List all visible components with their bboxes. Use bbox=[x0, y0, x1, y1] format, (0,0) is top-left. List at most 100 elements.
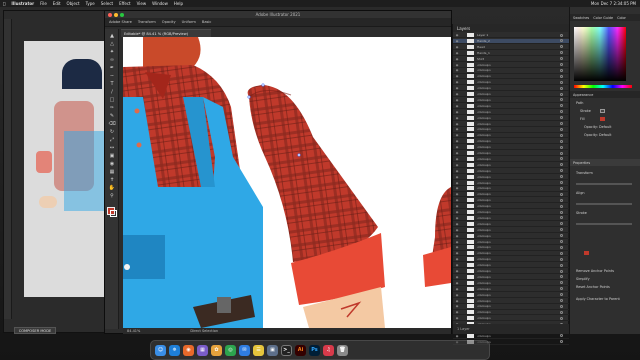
properties-panel-header[interactable]: Properties bbox=[570, 159, 640, 166]
visibility-eye-icon[interactable]: ◉ bbox=[453, 228, 461, 232]
dock-terminal-icon[interactable]: >_ bbox=[281, 344, 292, 356]
visibility-eye-icon[interactable]: ◉ bbox=[453, 234, 461, 238]
layer-target-icon[interactable] bbox=[560, 210, 563, 214]
layer-row[interactable]: ◉ Hands_2 bbox=[453, 38, 569, 45]
visibility-eye-icon[interactable]: ◉ bbox=[453, 181, 461, 185]
visibility-eye-icon[interactable]: ◉ bbox=[453, 240, 461, 244]
close-window-icon[interactable] bbox=[108, 12, 112, 17]
layer-row[interactable]: ◉ <Group> bbox=[453, 257, 569, 263]
layer-row[interactable]: ◉ <Group> bbox=[453, 286, 569, 292]
layer-target-icon[interactable] bbox=[560, 228, 563, 232]
line-tool-icon[interactable]: ∕ bbox=[108, 89, 116, 95]
rotate-tool-icon[interactable]: ↻ bbox=[108, 129, 116, 135]
layer-target-icon[interactable] bbox=[560, 192, 563, 196]
layer-row[interactable]: ◉ <Group> bbox=[453, 251, 569, 257]
zoom-window-icon[interactable] bbox=[120, 12, 124, 17]
layer-target-icon[interactable] bbox=[560, 269, 563, 273]
visibility-eye-icon[interactable]: ◉ bbox=[453, 245, 461, 249]
control-uniform[interactable]: Uniform bbox=[182, 20, 196, 24]
layer-row[interactable]: ◉ <Group> bbox=[453, 298, 569, 304]
visibility-eye-icon[interactable]: ◉ bbox=[453, 293, 461, 297]
visibility-eye-icon[interactable]: ◉ bbox=[453, 157, 461, 161]
visibility-eye-icon[interactable]: ◉ bbox=[453, 216, 461, 220]
layer-row[interactable]: ◉ <Group> bbox=[453, 127, 569, 133]
layer-row[interactable]: ◉ <Group> bbox=[453, 215, 569, 222]
visibility-eye-icon[interactable]: ◉ bbox=[453, 263, 461, 267]
layer-row[interactable]: ◉ <Group> bbox=[453, 139, 569, 145]
layer-target-icon[interactable] bbox=[560, 251, 563, 255]
layer-target-icon[interactable] bbox=[560, 45, 563, 49]
visibility-eye-icon[interactable]: ◉ bbox=[453, 92, 461, 96]
layer-target-icon[interactable] bbox=[560, 86, 563, 90]
visibility-eye-icon[interactable]: ◉ bbox=[453, 186, 461, 190]
paintbrush-tool-icon[interactable]: ✑ bbox=[108, 105, 116, 111]
background-canvas[interactable] bbox=[24, 41, 109, 297]
dock-photos-icon[interactable]: ✿ bbox=[211, 344, 222, 356]
visibility-eye-icon[interactable]: ◉ bbox=[453, 139, 461, 143]
visibility-eye-icon[interactable]: ◉ bbox=[453, 175, 461, 179]
layer-target-icon[interactable] bbox=[560, 98, 563, 102]
properties-remove-anchor[interactable]: Remove Anchor Points bbox=[576, 269, 614, 273]
layer-row[interactable]: ◉ <Group> bbox=[453, 109, 569, 115]
visibility-eye-icon[interactable]: ◉ bbox=[453, 169, 461, 173]
appearance-panel-header[interactable]: Appearance bbox=[570, 91, 640, 98]
dock-launchpad-icon[interactable]: ▦ bbox=[197, 344, 208, 356]
layer-row[interactable]: ◉ <Group> bbox=[453, 274, 569, 281]
curvature-tool-icon[interactable]: ∽ bbox=[108, 73, 116, 79]
visibility-eye-icon[interactable]: ◉ bbox=[453, 127, 461, 131]
transform-slider[interactable] bbox=[576, 183, 632, 185]
menu-edit[interactable]: Edit bbox=[50, 1, 64, 6]
menu-window[interactable]: Window bbox=[149, 1, 171, 6]
layer-target-icon[interactable] bbox=[560, 39, 563, 43]
eraser-tool-icon[interactable]: ⌫ bbox=[108, 121, 116, 127]
layer-target-icon[interactable] bbox=[560, 163, 563, 167]
visibility-eye-icon[interactable]: ◉ bbox=[453, 210, 461, 214]
visibility-eye-icon[interactable]: ◉ bbox=[453, 281, 461, 285]
dock-firefox-icon[interactable]: ◉ bbox=[183, 344, 194, 356]
layer-row[interactable]: ◉ <Group> bbox=[453, 92, 569, 98]
properties-transform[interactable]: Transform bbox=[576, 171, 593, 175]
layer-target-icon[interactable] bbox=[560, 63, 563, 67]
visibility-eye-icon[interactable]: ◉ bbox=[453, 145, 461, 149]
visibility-eye-icon[interactable]: ◉ bbox=[453, 110, 461, 114]
properties-fill-swatch[interactable] bbox=[584, 251, 589, 255]
visibility-eye-icon[interactable]: ◉ bbox=[453, 39, 461, 43]
dock-chrome-icon[interactable]: ◎ bbox=[225, 344, 236, 356]
visibility-eye-icon[interactable]: ◉ bbox=[453, 222, 461, 226]
properties-apply-character[interactable]: Apply Character to Parent bbox=[576, 297, 620, 301]
layer-target-icon[interactable] bbox=[560, 181, 563, 185]
dock-preview-icon[interactable]: ▣ bbox=[267, 344, 278, 356]
free-transform-tool-icon[interactable]: ▣ bbox=[108, 153, 116, 159]
properties-align[interactable]: Align bbox=[576, 191, 585, 195]
layer-row[interactable]: ◉ <Group> bbox=[453, 103, 569, 109]
visibility-eye-icon[interactable]: ◉ bbox=[453, 104, 461, 108]
visibility-eye-icon[interactable]: ◉ bbox=[453, 80, 461, 84]
layer-target-icon[interactable] bbox=[560, 275, 563, 279]
layer-target-icon[interactable] bbox=[560, 186, 563, 190]
layer-target-icon[interactable] bbox=[560, 92, 563, 96]
illustrator-window[interactable]: Adobe Illustrator 2021 Adobe Share Trans… bbox=[104, 10, 452, 334]
layer-target-icon[interactable] bbox=[560, 281, 563, 285]
control-transform[interactable]: Transform bbox=[138, 20, 156, 24]
layer-row[interactable]: ◉ <Group> bbox=[453, 221, 569, 227]
selection-tool-icon[interactable]: ▲ bbox=[108, 33, 116, 39]
layer-target-icon[interactable] bbox=[560, 304, 563, 308]
layer-target-icon[interactable] bbox=[560, 293, 563, 297]
layer-row[interactable]: ◉ <Group> bbox=[453, 115, 569, 121]
layer-target-icon[interactable] bbox=[560, 110, 563, 114]
appearance-fill-swatch[interactable] bbox=[600, 117, 605, 121]
layer-target-icon[interactable] bbox=[560, 204, 563, 208]
dock-music-icon[interactable]: ♫ bbox=[323, 344, 334, 356]
layer-target-icon[interactable] bbox=[560, 234, 563, 238]
layers-panel[interactable]: Layers ◉ Layer 1 ◉ Hands_2 ◉ Head ◉ Hands_1 ◉ Shi… bbox=[452, 24, 569, 345]
artboard-canvas[interactable] bbox=[123, 37, 451, 328]
layer-target-icon[interactable] bbox=[560, 104, 563, 108]
layer-target-icon[interactable] bbox=[560, 74, 563, 78]
layer-target-icon[interactable] bbox=[560, 139, 563, 143]
stroke-slider[interactable] bbox=[576, 223, 632, 225]
layer-row[interactable]: ◉ <Group> bbox=[453, 86, 569, 92]
layer-target-icon[interactable] bbox=[560, 240, 563, 244]
background-toolbar[interactable] bbox=[4, 19, 12, 319]
appearance-fill[interactable]: Fill bbox=[580, 117, 585, 121]
layer-target-icon[interactable] bbox=[560, 122, 563, 126]
